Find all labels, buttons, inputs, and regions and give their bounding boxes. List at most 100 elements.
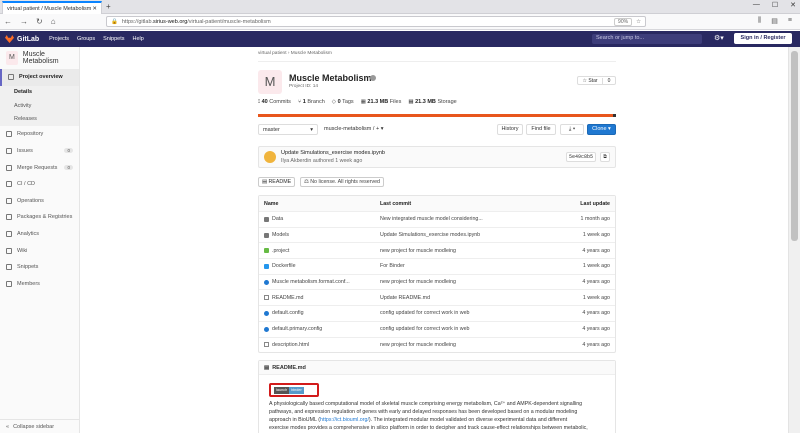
table-row[interactable]: .project new project for muscle modleing 4… xyxy=(259,242,615,258)
last-commit-cell[interactable]: new project for muscle modleing xyxy=(380,342,545,348)
sidebar-item-operations[interactable]: Operations xyxy=(0,192,79,209)
gitlab-logo[interactable]: GitLab xyxy=(5,35,39,43)
file-name[interactable]: Models xyxy=(272,232,289,238)
sidebar-item-analytics[interactable]: Analytics xyxy=(0,226,79,243)
last-commit-cell[interactable]: Update README.md xyxy=(380,295,545,301)
file-name[interactable]: default.primary.config xyxy=(272,326,322,332)
branches-stat[interactable]: ⑂ 1 Branch xyxy=(298,99,325,106)
table-row[interactable]: Models Update Simulations_exercise modes.… xyxy=(259,226,615,243)
clone-button[interactable]: Clone ▾ xyxy=(587,124,616,135)
file-name-cell[interactable]: default.config xyxy=(259,310,380,316)
new-tab-icon[interactable]: + xyxy=(106,2,111,11)
search-input[interactable]: Search or jump to... xyxy=(592,34,702,44)
table-row[interactable]: default.primary.config config updated for… xyxy=(259,320,615,337)
library-icon[interactable]: ⫼ xyxy=(758,17,761,25)
nav-snippets[interactable]: Snippets xyxy=(103,36,124,42)
sidebar-item-issues[interactable]: Issues 0 xyxy=(0,143,79,160)
browser-tab[interactable]: virtual patient / Muscle Metabolism ✕ xyxy=(2,1,102,14)
sidebar-subitem-releases[interactable]: Releases xyxy=(0,112,79,127)
find-file-button[interactable]: Find file xyxy=(526,124,556,135)
biouml-link[interactable]: https://ict.biouml.org/ xyxy=(320,417,369,423)
table-row[interactable]: Data New integrated muscle model consider… xyxy=(259,211,615,227)
sidebar-subitem-activity[interactable]: Activity xyxy=(0,99,79,113)
page-scrollbar[interactable] xyxy=(788,47,800,433)
file-name-cell[interactable]: default.primary.config xyxy=(259,326,380,332)
commit-title[interactable]: Update Simulations_exercise modes.ipynb xyxy=(281,150,385,156)
sidebar-item-snippets[interactable]: Snippets xyxy=(0,259,79,276)
bookmark-star-icon[interactable]: ☆ xyxy=(636,19,641,25)
launch-binder-badge[interactable]: launch binder xyxy=(274,387,304,394)
minimize-icon[interactable]: — xyxy=(753,1,760,9)
nav-groups[interactable]: Groups xyxy=(77,36,95,42)
table-row[interactable]: Muscle metabolism.format.conf... new proj… xyxy=(259,273,615,290)
commit-author[interactable]: Ilya Akberdin xyxy=(281,158,311,164)
sign-in-button[interactable]: Sign in / Register xyxy=(734,33,792,44)
collapse-sidebar-button[interactable]: « Collapse sidebar xyxy=(0,419,80,433)
file-name-cell[interactable]: Muscle metabolism.format.conf... xyxy=(259,279,380,285)
file-name-cell[interactable]: .project xyxy=(259,248,380,254)
table-row[interactable]: description.html new project for muscle m… xyxy=(259,336,615,353)
file-name-cell[interactable]: Models xyxy=(259,232,380,238)
close-window-icon[interactable]: ✕ xyxy=(790,1,796,9)
sidebar-item-ci-cd[interactable]: CI / CD xyxy=(0,176,79,193)
download-button[interactable]: ⤓ ▾ xyxy=(560,124,584,135)
sidebar-item-members[interactable]: Members xyxy=(0,275,79,292)
history-button[interactable]: History xyxy=(497,124,523,135)
file-name[interactable]: Dockerfile xyxy=(272,263,296,269)
sidebar-item-repository[interactable]: Repository xyxy=(0,126,79,143)
file-name[interactable]: Muscle metabolism.format.conf... xyxy=(272,279,350,285)
file-name[interactable]: .project xyxy=(272,248,289,254)
sidebar-item-wiki[interactable]: Wiki xyxy=(0,242,79,259)
tags-stat[interactable]: ◇ 0 Tags xyxy=(332,99,354,106)
last-commit-cell[interactable]: config updated for correct work in web xyxy=(380,326,545,332)
table-row[interactable]: Dockerfile For Binder 1 week ago xyxy=(259,258,615,274)
last-commit-cell[interactable]: new project for muscle modleing xyxy=(380,248,545,254)
commit-sha[interactable]: 5e49c8b5 xyxy=(566,152,596,162)
help-icon[interactable]: ⚙▾ xyxy=(714,34,724,42)
sidebar-project-header[interactable]: M Muscle Metabolism xyxy=(0,47,79,69)
last-commit-cell[interactable]: Update Simulations_exercise modes.ipynb xyxy=(380,232,545,238)
last-commit-cell[interactable]: config updated for correct work in web xyxy=(380,310,545,316)
breadcrumb-group[interactable]: virtual patient xyxy=(258,51,287,56)
table-row[interactable]: default.config config updated for correct… xyxy=(259,305,615,321)
copy-icon[interactable]: ⧉ xyxy=(600,152,610,162)
file-name-cell[interactable]: Dockerfile xyxy=(259,263,380,269)
last-commit-cell[interactable]: new project for muscle modleing xyxy=(380,279,545,285)
add-icon[interactable]: + ▾ xyxy=(376,126,384,132)
file-name-cell[interactable]: description.html xyxy=(259,342,380,348)
scrollbar-thumb[interactable] xyxy=(791,51,798,241)
file-name-cell[interactable]: Data xyxy=(259,216,380,222)
forward-icon[interactable]: → xyxy=(20,17,28,26)
close-tab-icon[interactable]: ✕ xyxy=(92,6,97,12)
maximize-icon[interactable]: ☐ xyxy=(772,1,778,9)
files-stat[interactable]: ▦ 21.3 MB Files xyxy=(361,99,402,106)
nav-help[interactable]: Help xyxy=(133,36,144,42)
breadcrumb-project[interactable]: Muscle Metabolism xyxy=(291,51,332,56)
last-commit-cell[interactable]: New integrated muscle model considering.… xyxy=(380,216,545,222)
branch-selector[interactable]: master ▾ xyxy=(258,124,318,135)
file-name[interactable]: description.html xyxy=(272,342,309,348)
file-name-cell[interactable]: README.md xyxy=(259,295,380,301)
back-icon[interactable]: ← xyxy=(4,17,12,26)
readme-badge[interactable]: ▤ README xyxy=(258,177,296,187)
license-badge[interactable]: ⚖ No license. All rights reserved xyxy=(300,177,385,187)
sidebar-subitem-details[interactable]: Details xyxy=(0,85,79,100)
sidebar-toggle-icon[interactable]: ▤ xyxy=(771,17,778,25)
star-button[interactable]: ☆ Star 0 xyxy=(577,76,616,85)
sidebar-item-merge-requests[interactable]: Merge Requests 0 xyxy=(0,159,79,176)
file-name[interactable]: README.md xyxy=(272,295,304,301)
file-name[interactable]: Data xyxy=(272,216,283,222)
menu-icon[interactable]: ≡ xyxy=(788,17,792,25)
home-icon[interactable]: ⌂ xyxy=(51,17,56,26)
nav-projects[interactable]: Projects xyxy=(49,36,69,42)
last-commit-cell[interactable]: For Binder xyxy=(380,263,545,269)
sidebar-item-project-overview[interactable]: Project overview xyxy=(0,69,79,86)
file-name[interactable]: default.config xyxy=(272,310,304,316)
table-row[interactable]: README.md Update README.md 1 week ago xyxy=(259,289,615,305)
zoom-level[interactable]: 90% xyxy=(614,17,633,26)
reload-icon[interactable]: ↻ xyxy=(36,17,43,26)
author-avatar[interactable] xyxy=(264,151,276,163)
sidebar-item-packages-registries[interactable]: Packages & Registries xyxy=(0,209,79,226)
commits-stat[interactable]: ⟟ 40 Commits xyxy=(258,99,291,106)
address-bar[interactable]: 🔒 https://gitlab.sirius-web.org/virtual-… xyxy=(106,16,646,27)
